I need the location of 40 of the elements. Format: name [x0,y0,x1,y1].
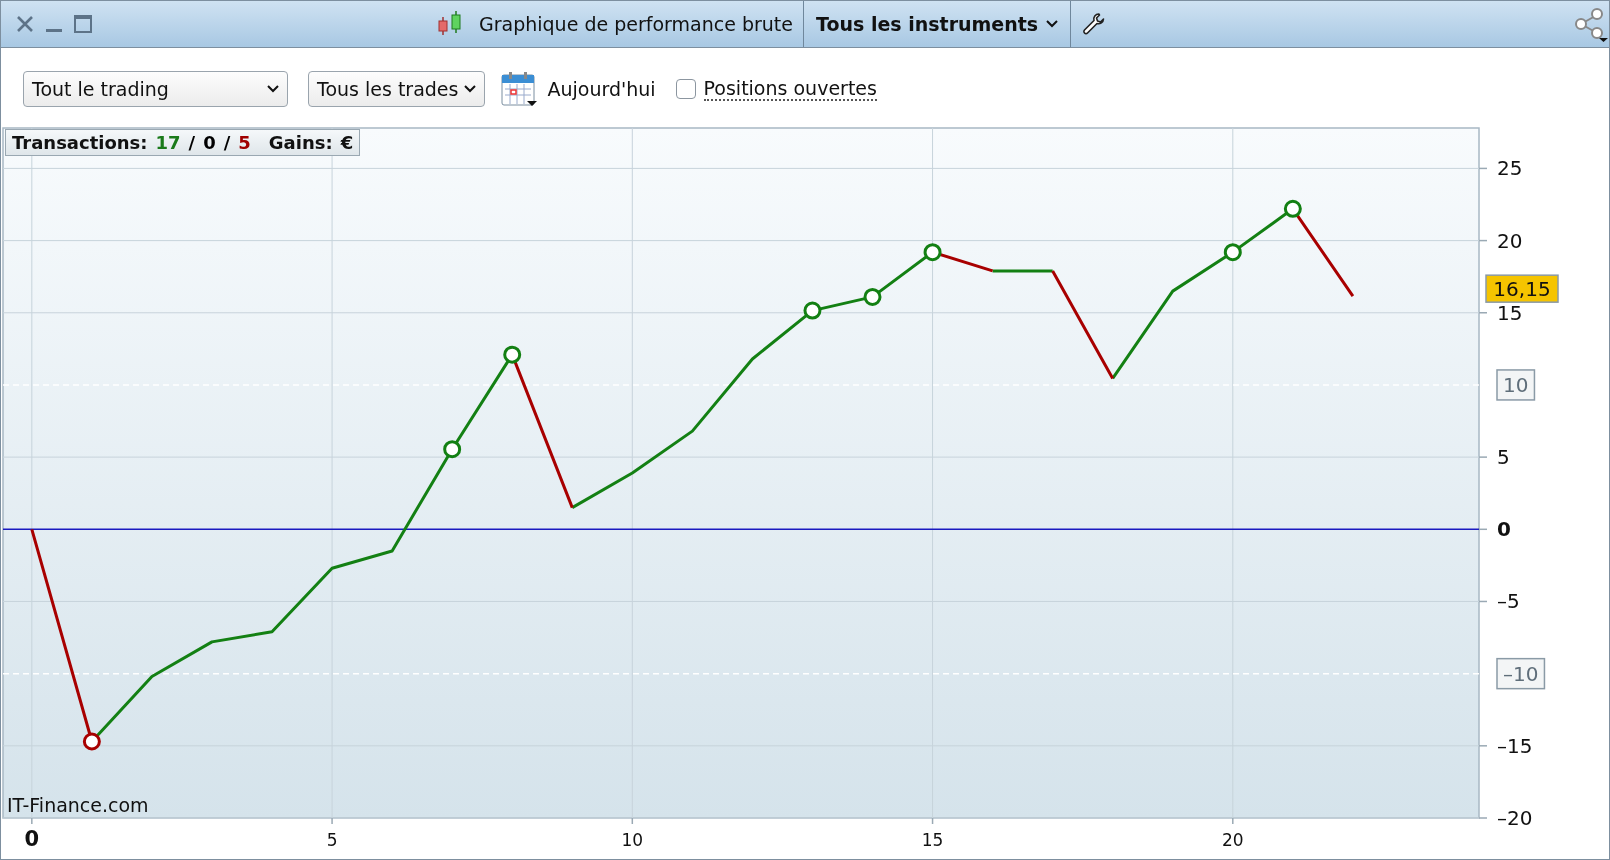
caret-icon [267,85,279,93]
y-axis-label: 5 [1497,445,1510,470]
instruments-dropdown[interactable]: Tous les instruments [802,1,1072,47]
separator: / [223,132,231,153]
checkbox[interactable] [675,79,696,99]
date-label[interactable]: Aujourd'hui [547,78,656,100]
ref-line-label: 10 [1503,372,1529,397]
limit-label: 10 [1496,369,1536,401]
gains-label: Gains: [268,132,333,153]
limit-label: –10 [1496,657,1546,690]
separator: / [188,132,196,153]
y-axis-label: 25 [1497,156,1523,181]
transaction-count: 5 [238,132,251,153]
caret-icon [464,85,477,93]
y-axis-label: 0 [1497,517,1511,542]
x-axis-label: 0 [24,827,40,851]
x-axis-label: 15 [921,830,944,850]
y-axis-label: –20 [1497,806,1533,830]
caret-icon [1046,20,1059,28]
ref-line-label: –10 [1503,661,1539,686]
x-axis-label: 10 [621,830,644,850]
transaction-count: 0 [203,132,216,153]
transaction-count: 17 [155,132,181,153]
window-title: Graphique de performance brute [479,13,793,35]
y-axis-label: 15 [1497,300,1523,325]
maximize-icon[interactable] [73,14,93,34]
x-axis-label: 20 [1222,830,1244,850]
calendar-icon[interactable] [499,69,540,109]
trades-select[interactable]: Tous les trades [308,71,486,107]
chart-credit: IT-Finance.com [7,794,149,816]
x-axis-label: 5 [326,830,338,850]
y-axis-label: 20 [1497,228,1523,253]
y-axis-label: –5 [1497,589,1520,614]
transactions-label: Transactions: [12,132,148,153]
currency-label: € [340,132,354,153]
y-axis-label: –15 [1497,733,1533,758]
open-positions-label[interactable]: Positions ouvertes [703,77,877,101]
last-value-label: 16,15 [1485,274,1559,303]
period-select[interactable]: Tout le trading [23,71,288,107]
close-icon[interactable] [15,14,35,34]
